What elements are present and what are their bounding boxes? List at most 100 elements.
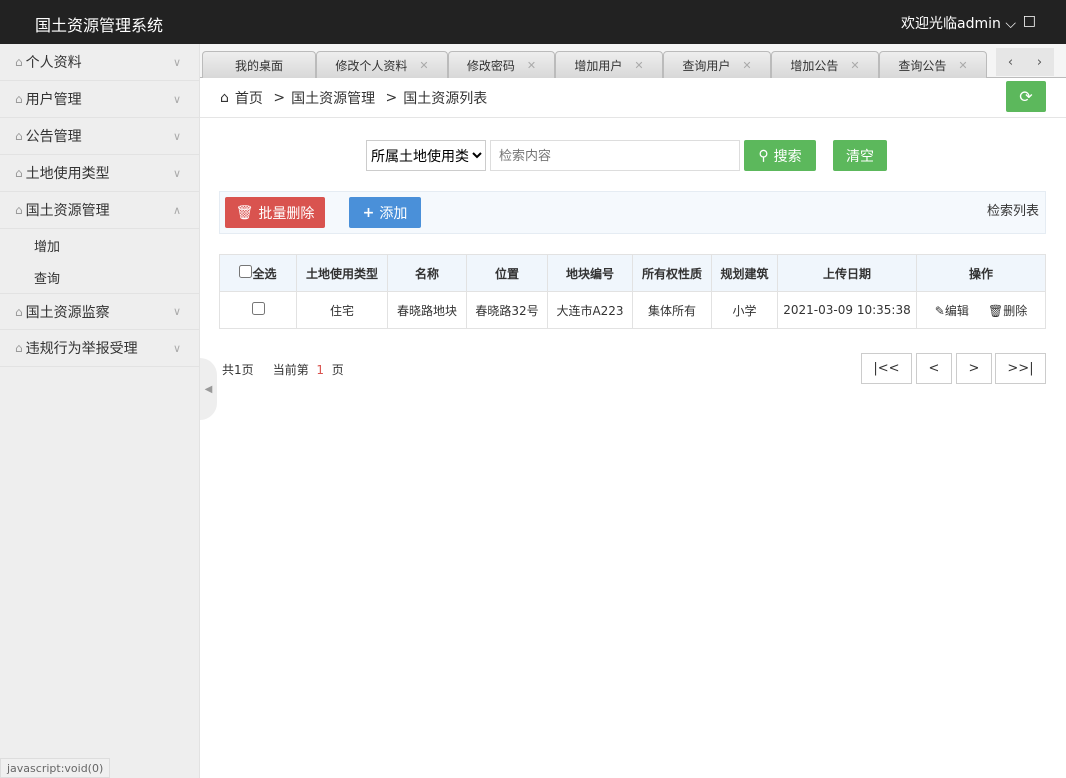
select-all-header[interactable]: 全选 <box>219 254 297 292</box>
close-icon[interactable]: ✕ <box>419 59 428 72</box>
tab-add-notice[interactable]: 增加公告 ✕ <box>771 51 879 78</box>
edit-link[interactable]: ✎编辑 <box>935 304 969 318</box>
search-button[interactable]: ⚲ 搜索 <box>744 140 816 171</box>
sidebar-subitem-add[interactable]: 增加 <box>0 229 199 261</box>
prev-page-button[interactable]: < <box>916 353 952 384</box>
list-toolbar: 检索列表 <box>219 191 1046 234</box>
app-title: 国土资源管理系统 <box>35 16 164 35</box>
sidebar-collapse-handle[interactable]: ◀ <box>200 358 217 420</box>
column-header: 所有权性质 <box>632 254 712 292</box>
cell-ownership: 集体所有 <box>632 291 712 329</box>
refresh-icon: ⟳ <box>1019 87 1033 106</box>
toolbar-title: 检索列表 <box>986 204 1039 219</box>
page-info: 共1页 当前第 1 页 <box>222 361 344 378</box>
text: 页 <box>331 363 344 377</box>
tab-query-user[interactable]: 查询用户 ✕ <box>663 51 771 78</box>
breadcrumb: ⌂ 首页 > 国土资源管理 > 国土资源列表 <box>200 78 1066 118</box>
tab-bar: 我的桌面 修改个人资料 ✕ 修改密码 ✕ 增加用户 ✕ 查询用户 ✕ 增加公告 ✕ 查询公… <box>200 44 1066 78</box>
select-all-label: 全选 <box>252 266 277 281</box>
search-input[interactable] <box>490 140 740 171</box>
tab-label: 增加用户 <box>574 58 623 73</box>
breadcrumb-home[interactable]: 首页 <box>235 88 263 108</box>
close-icon[interactable]: ✕ <box>742 59 751 72</box>
close-icon[interactable]: ✕ <box>958 59 967 72</box>
user-greeting: 欢迎光临admin <box>901 16 1001 32</box>
clear-button[interactable]: 清空 <box>833 140 887 171</box>
theme-shirt-icon[interactable]: □ <box>1023 13 1036 29</box>
next-page-button[interactable]: > <box>956 353 992 384</box>
add-label: 添加 <box>379 205 408 222</box>
search-label: 搜索 <box>773 148 802 165</box>
close-icon[interactable]: ✕ <box>850 59 859 72</box>
batch-delete-label: 批量删除 <box>258 205 315 222</box>
text: 共 <box>222 363 235 377</box>
batch-delete-button[interactable]: 🗑 批量删除 <box>225 197 325 228</box>
chevron-down-icon: ∨ <box>172 305 181 318</box>
separator: > <box>268 89 286 106</box>
cell-actions: ✎编辑 🗑删除 <box>916 291 1046 329</box>
sidebar-item-profile[interactable]: ⌂ 个人资料 ∨ <box>0 44 199 81</box>
tab-label: 修改密码 <box>466 58 515 73</box>
delete-link[interactable]: 🗑删除 <box>988 304 1027 318</box>
table-row: 住宅 春晓路地块 春晓路32号 大连市A223 集体所有 小学 2021-03-… <box>219 291 1046 329</box>
last-page-button[interactable]: >>| <box>995 353 1046 384</box>
sidebar-item-notices[interactable]: ⌂ 公告管理 ∨ <box>0 118 199 155</box>
pencil-icon: ✎ <box>934 303 945 318</box>
cell-plot-number: 大连市A223 <box>547 291 633 329</box>
tab-edit-profile[interactable]: 修改个人资料 ✕ <box>316 51 448 78</box>
separator: > <box>381 89 398 106</box>
land-type-select[interactable]: 所属土地使用类 <box>366 140 486 171</box>
column-header: 位置 <box>466 254 548 292</box>
chevron-right-icon[interactable]: › <box>1037 55 1042 70</box>
bag-icon: ⌂ <box>15 203 23 217</box>
chevron-down-icon: ∨ <box>172 92 181 106</box>
select-all-checkbox[interactable] <box>239 264 253 278</box>
refresh-button[interactable]: ⟳ <box>1006 81 1046 112</box>
cell-location: 春晓路32号 <box>466 291 548 329</box>
bag-icon: ⌂ <box>15 92 23 106</box>
first-page-button[interactable]: |<< <box>861 353 912 384</box>
tab-label: 查询用户 <box>682 58 731 73</box>
column-header: 操作 <box>916 254 1046 292</box>
cell-name: 春晓路地块 <box>387 291 467 329</box>
sidebar-subitem-query[interactable]: 查询 <box>0 261 199 293</box>
bag-icon: ⌂ <box>15 304 23 319</box>
chevron-down-icon: ⌵ <box>1005 16 1016 32</box>
add-button[interactable]: + 添加 <box>349 197 421 228</box>
tab-label: 查询公告 <box>898 58 947 73</box>
menu-label: 违规行为举报受理 <box>25 341 138 357</box>
bag-icon: ⌂ <box>15 55 23 69</box>
chevron-left-icon[interactable]: ‹ <box>1008 55 1013 70</box>
sidebar-item-inspection[interactable]: ⌂ 国土资源监察 ∨ <box>0 293 199 330</box>
menu-label: 公告管理 <box>25 129 82 145</box>
trash-icon: 🗑 <box>987 303 1004 318</box>
top-header: 国土资源管理系统 欢迎光临admin ⌵ □ <box>0 0 1066 44</box>
sidebar-item-land-types[interactable]: ⌂ 土地使用类型 ∨ <box>0 155 199 192</box>
cell-planned-building: 小学 <box>711 291 778 329</box>
current-page: 1 <box>316 363 325 377</box>
close-icon[interactable]: ✕ <box>634 59 643 72</box>
home-icon: ⌂ <box>220 89 229 106</box>
breadcrumb-current: 国土资源列表 <box>403 90 488 107</box>
row-checkbox[interactable] <box>251 302 265 315</box>
column-header: 地块编号 <box>547 254 633 292</box>
trash-icon: 🗑 <box>235 204 254 221</box>
menu-label: 国土资源监察 <box>25 304 110 321</box>
tab-change-password[interactable]: 修改密码 ✕ <box>448 51 555 78</box>
user-menu[interactable]: 欢迎光临admin ⌵ <box>901 13 1016 33</box>
tab-query-notice[interactable]: 查询公告 ✕ <box>879 51 987 78</box>
status-bar: javascript:void(0) <box>0 758 111 778</box>
bag-icon: ⌂ <box>15 341 23 355</box>
sidebar-item-users[interactable]: ⌂ 用户管理 ∨ <box>0 81 199 118</box>
sidebar-item-resources[interactable]: ⌂ 国土资源管理 ∧ <box>0 192 199 229</box>
delete-label: 删除 <box>1003 303 1028 318</box>
tab-label: 增加公告 <box>790 58 839 73</box>
column-header: 名称 <box>387 254 467 292</box>
resource-table: 全选 土地使用类型 名称 位置 地块编号 所有权性质 规划建筑 上传日期 操作 … <box>219 254 1046 329</box>
row-select-cell <box>219 291 297 329</box>
tab-add-user[interactable]: 增加用户 ✕ <box>555 51 663 78</box>
breadcrumb-section[interactable]: 国土资源管理 <box>291 88 375 108</box>
close-icon[interactable]: ✕ <box>527 59 536 72</box>
tab-desktop[interactable]: 我的桌面 <box>202 51 316 78</box>
sidebar-item-reports[interactable]: ⌂ 违规行为举报受理 ∨ <box>0 330 199 367</box>
